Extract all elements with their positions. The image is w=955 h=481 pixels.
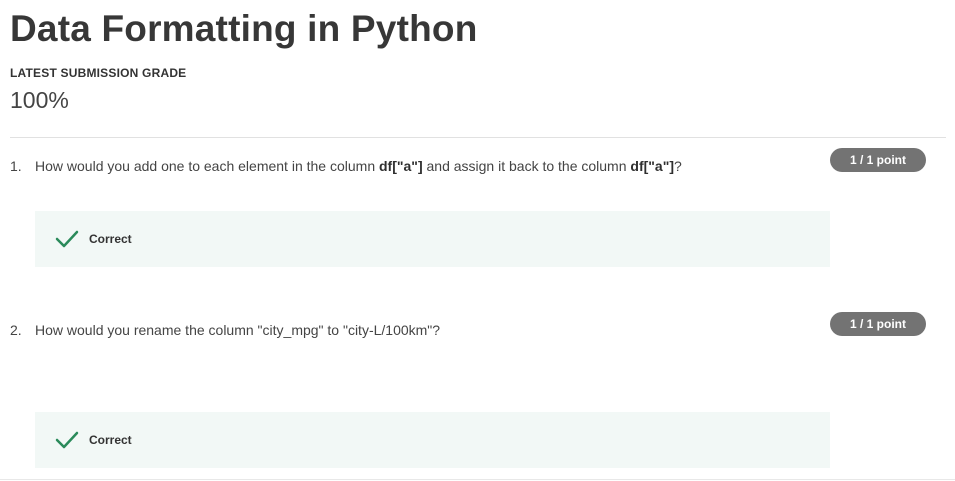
question-number: 2. bbox=[10, 322, 22, 338]
question-text: How would you rename the column "city_mp… bbox=[35, 322, 441, 338]
points-badge: 1 / 1 point bbox=[830, 312, 926, 336]
question-text-part: and assign it back to the column bbox=[422, 158, 631, 174]
checkmark-icon bbox=[55, 431, 79, 449]
question-text: How would you add one to each element in… bbox=[35, 158, 682, 174]
feedback-label: Correct bbox=[89, 433, 132, 447]
header-divider bbox=[10, 137, 946, 138]
feedback-label: Correct bbox=[89, 232, 132, 246]
bottom-divider bbox=[0, 479, 955, 480]
question-code: df["a"] bbox=[379, 158, 423, 174]
page-title: Data Formatting in Python bbox=[10, 8, 478, 49]
checkmark-icon bbox=[55, 230, 79, 248]
question-code: df["a"] bbox=[630, 158, 675, 174]
grade-label: LATEST SUBMISSION GRADE bbox=[10, 66, 187, 80]
question-number: 1. bbox=[10, 158, 22, 174]
feedback-correct: Correct bbox=[35, 211, 830, 267]
question-text-part: How would you add one to each element in… bbox=[35, 158, 379, 174]
grade-value: 100% bbox=[10, 87, 69, 113]
feedback-correct: Correct bbox=[35, 412, 830, 468]
points-badge: 1 / 1 point bbox=[830, 148, 926, 172]
question-text-part: ? bbox=[674, 158, 682, 174]
